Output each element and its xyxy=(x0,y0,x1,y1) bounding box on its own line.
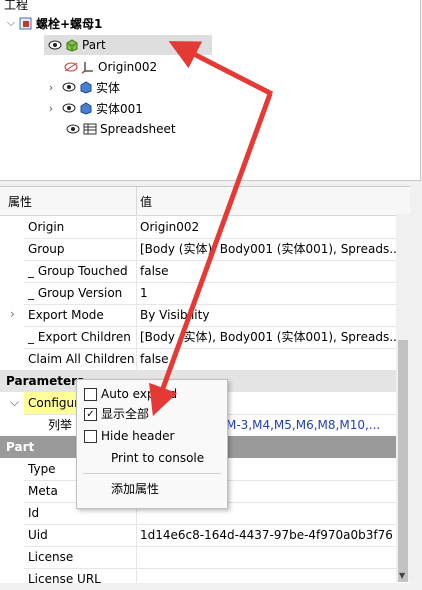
annotation-arrow-to-part xyxy=(168,41,274,97)
annotation-arrows xyxy=(149,41,274,417)
annotation-arrow-to-show-all xyxy=(149,93,273,417)
